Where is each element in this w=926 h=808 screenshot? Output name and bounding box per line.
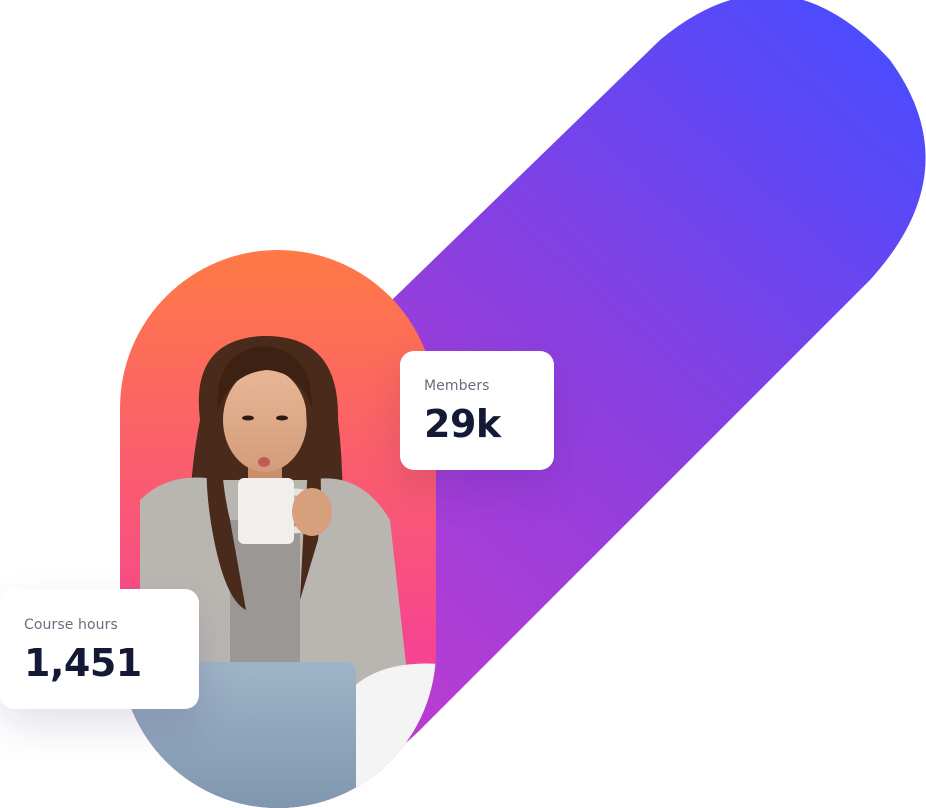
members-label: Members <box>424 378 490 394</box>
members-value: 29k <box>424 402 501 446</box>
members-stat-card: Members 29k <box>400 351 554 470</box>
course-hours-label: Course hours <box>24 617 118 633</box>
hero-illustration: Members 29k Course hours 1,451 <box>0 0 926 808</box>
course-hours-stat-card: Course hours 1,451 <box>0 589 199 709</box>
course-hours-value: 1,451 <box>24 641 142 685</box>
